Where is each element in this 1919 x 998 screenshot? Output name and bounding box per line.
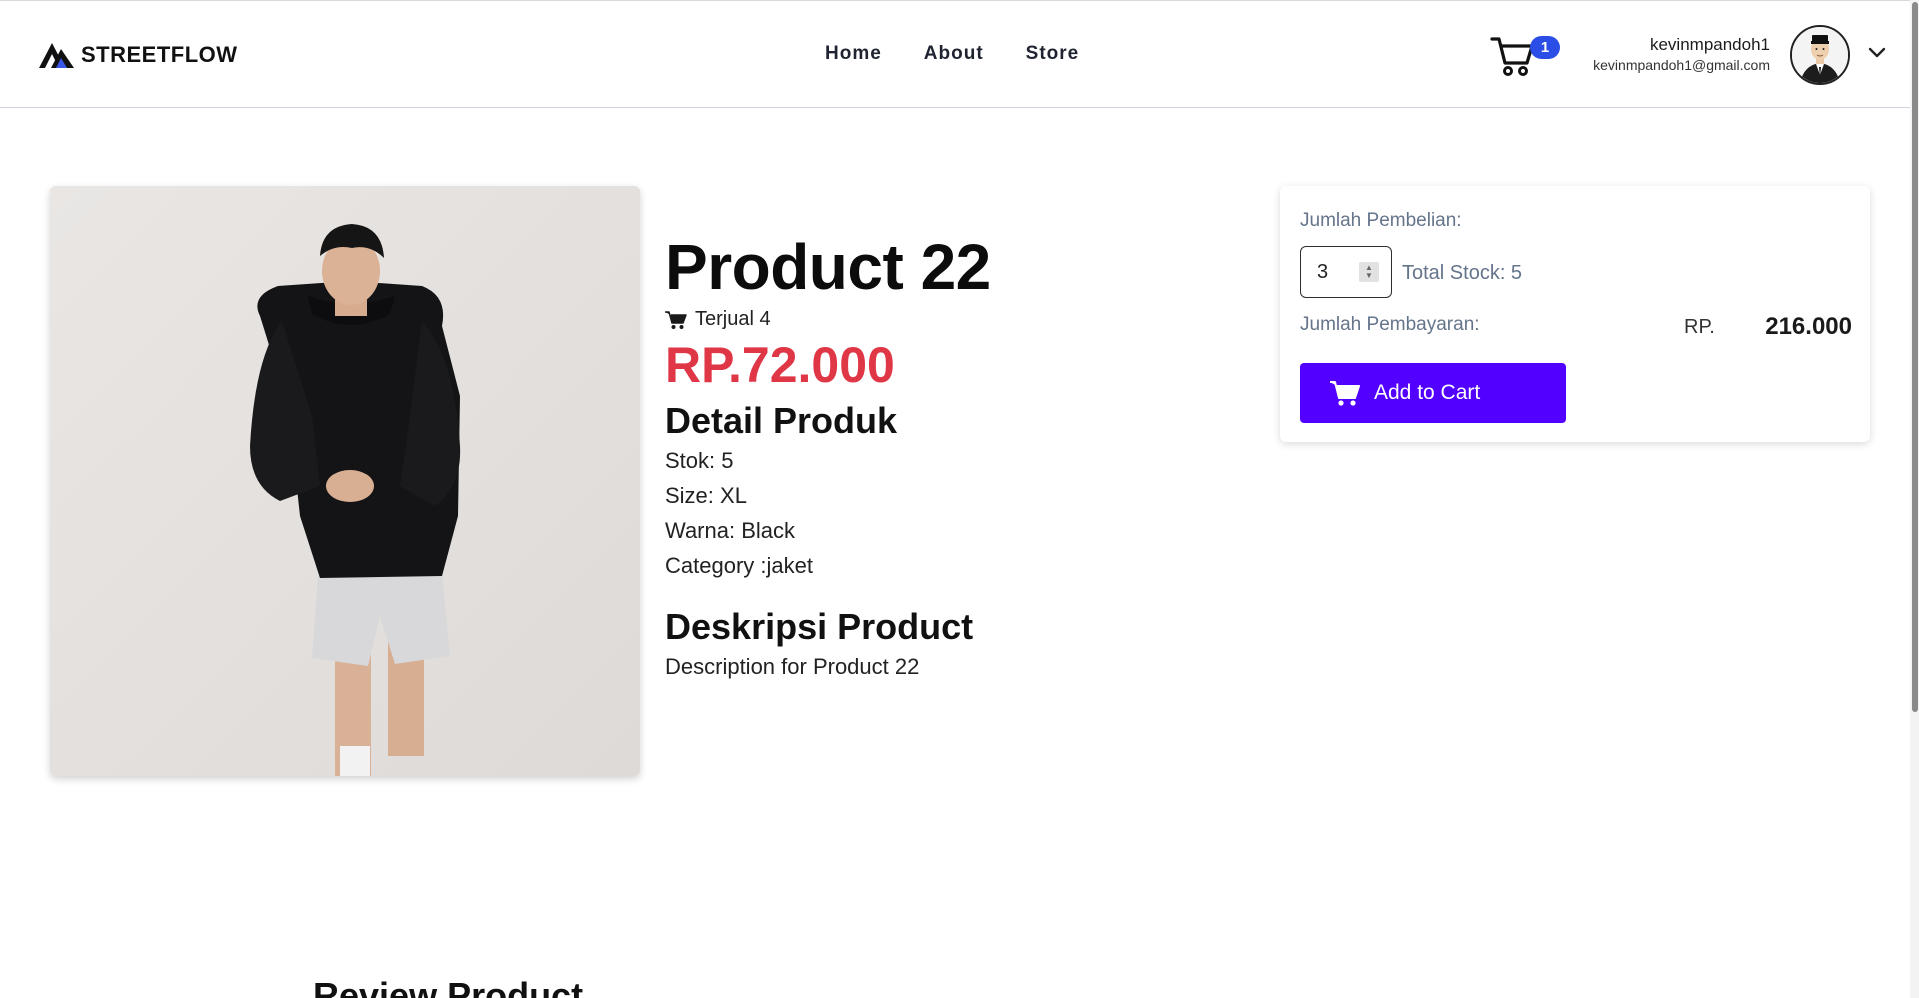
shopping-cart-icon (1490, 37, 1534, 76)
user-email: kevinmpandoh1@gmail.com (1593, 57, 1770, 73)
description-heading: Deskripsi Product (665, 606, 974, 647)
mountain-logo-icon (39, 43, 74, 68)
sold-text: Terjual 4 (695, 308, 771, 330)
main-nav: Home About Store (825, 43, 1079, 65)
cart-button[interactable]: 1 (1490, 33, 1562, 79)
detail-size: Size: XL (665, 483, 747, 508)
sold-count: Terjual 4 (665, 308, 991, 331)
add-to-cart-button[interactable]: Add to Cart (1300, 363, 1566, 423)
payment-amount: 216.000 (1765, 313, 1852, 340)
product-price: RP.72.000 (665, 337, 895, 393)
description-text: Description for Product 22 (665, 654, 920, 679)
chevron-down-icon[interactable] (1868, 47, 1886, 59)
add-to-cart-label: Add to Cart (1374, 381, 1481, 404)
user-name: kevinmpandoh1 (1649, 35, 1770, 54)
spin-buttons-icon[interactable]: ▲ ▼ (1359, 262, 1379, 282)
cart-count-badge: 1 (1530, 36, 1560, 59)
page-scrollbar[interactable] (1910, 0, 1919, 998)
user-avatar-icon[interactable] (1790, 25, 1850, 85)
top-navbar: STREETFLOW Home About Store 1 kevinmpand… (0, 0, 1919, 108)
payment-label: Jumlah Pembayaran: (1300, 314, 1480, 335)
detail-category: Category :jaket (665, 553, 813, 578)
product-image (50, 186, 640, 776)
nav-store[interactable]: Store (1026, 43, 1080, 65)
product-title: Product 22 (665, 231, 991, 303)
scrollbar-thumb[interactable] (1912, 2, 1918, 712)
review-heading: Review Product (313, 975, 584, 998)
total-stock: Total Stock: 5 (1402, 262, 1523, 284)
nav-about[interactable]: About (924, 43, 984, 65)
product-info: Product 22 Terjual 4 RP.72.000 Detail Pr… (665, 230, 991, 685)
quantity-input[interactable] (1317, 260, 1357, 284)
nav-home[interactable]: Home (825, 43, 882, 65)
cart-small-icon (665, 310, 687, 329)
currency-label: RP. (1684, 316, 1715, 338)
quantity-label: Jumlah Pembelian: (1300, 210, 1462, 231)
detail-stock: Stok: 5 (665, 448, 734, 473)
user-info[interactable]: kevinmpandoh1 kevinmpandoh1@gmail.com (1593, 35, 1770, 73)
quantity-stepper[interactable]: ▲▼ (1300, 246, 1392, 298)
cart-icon (1330, 381, 1360, 406)
brand-name: STREETFLOW (81, 42, 238, 67)
purchase-card: Jumlah Pembelian: ▲▼ Total Stock: 5 Juml… (1280, 186, 1870, 442)
detail-heading: Detail Produk (665, 400, 898, 441)
detail-color: Warna: Black (665, 518, 796, 543)
brand-logo[interactable]: STREETFLOW (39, 41, 238, 69)
